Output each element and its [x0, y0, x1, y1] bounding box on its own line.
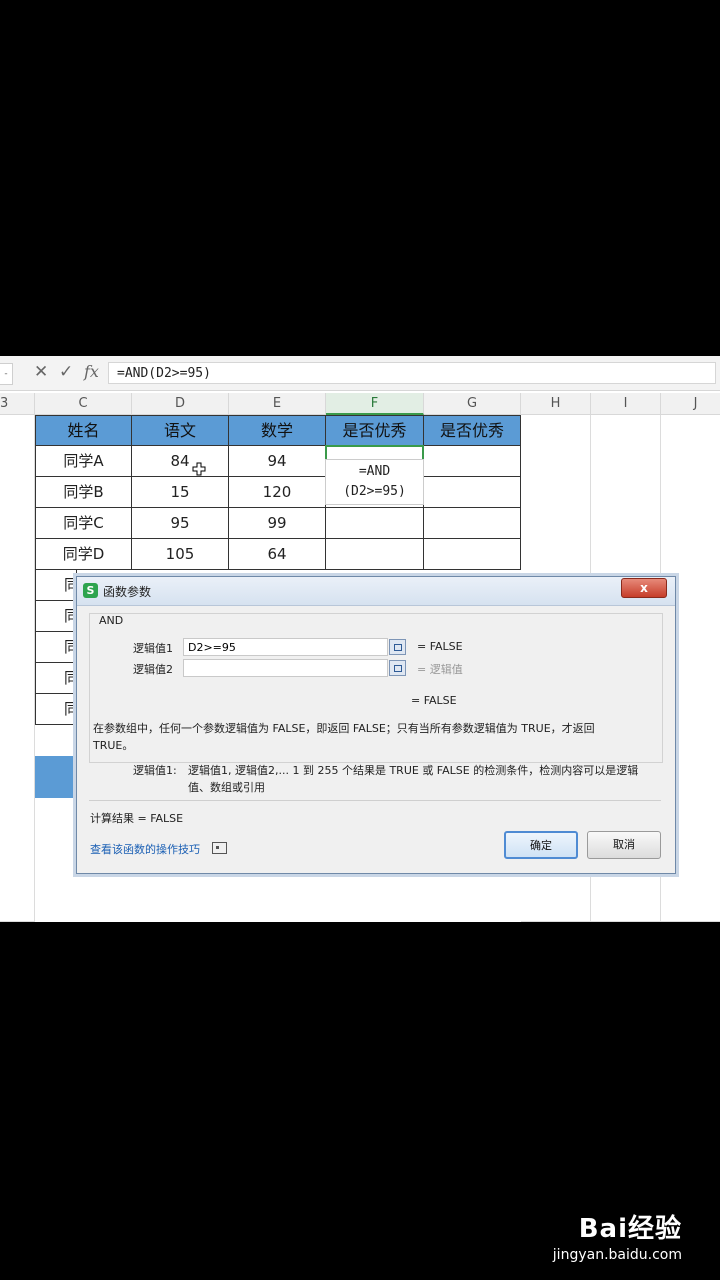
formula-input[interactable]: =AND(D2>=95) [108, 362, 716, 384]
table-cell[interactable]: 99 [228, 507, 326, 539]
table-cell[interactable]: 同学B [35, 476, 132, 508]
name-box-dropdown[interactable]: - [0, 363, 13, 385]
param-help-line-1: 逻辑值1, 逻辑值2,... 1 到 255 个结果是 TRUE 或 FALSE… [188, 764, 639, 777]
table-cell[interactable]: 同 [35, 631, 79, 663]
table-cell[interactable]: 64 [228, 538, 326, 570]
summary-header-cell[interactable] [35, 756, 77, 798]
baidu-jingyan-watermark: Bai经验 jingyan.baidu.com [553, 1208, 682, 1263]
column-header-c[interactable]: C [35, 393, 132, 415]
function-arguments-dialog: S 函数参数 x AND 逻辑值1 D2>=95 = FALSE 逻辑值2 = … [76, 576, 676, 874]
table-cell[interactable] [423, 507, 521, 539]
spreadsheet-window: - ✕ ✓ fx =AND(D2>=95) 3 C D E F G H I J … [0, 356, 720, 922]
arg1-result: = FALSE [417, 640, 463, 653]
arg1-input[interactable]: D2>=95 [183, 638, 388, 656]
table-cell[interactable]: 同 [35, 693, 79, 725]
insert-function-icon[interactable]: fx [84, 362, 99, 381]
table-cell[interactable] [325, 507, 424, 539]
watermark-logo-text: Bai经验 [578, 1214, 682, 1244]
arg2-input[interactable] [183, 659, 388, 677]
column-header-h[interactable]: H [521, 393, 591, 415]
grid-column-b[interactable] [0, 415, 35, 922]
table-cell[interactable]: 95 [131, 507, 229, 539]
editing-cell-line-1: =AND [358, 464, 391, 479]
column-header-f[interactable]: F [326, 393, 424, 415]
dialog-divider [89, 800, 661, 801]
param-help-line-2: 值、数组或引用 [188, 781, 265, 794]
editing-cell-f2[interactable]: =AND (D2>=95) [325, 445, 424, 505]
table-cell[interactable]: 84 [131, 445, 229, 477]
column-header-i[interactable]: I [591, 393, 661, 415]
app-logo-icon: S [83, 583, 98, 598]
table-cell[interactable]: 120 [228, 476, 326, 508]
formula-bar: - ✕ ✓ fx =AND(D2>=95) [0, 356, 720, 391]
table-cell[interactable] [325, 538, 424, 570]
table-cell[interactable]: 同学D [35, 538, 132, 570]
table-cell[interactable]: 同学C [35, 507, 132, 539]
column-header-d[interactable]: D [132, 393, 229, 415]
function-tips-link[interactable]: 查看该函数的操作技巧 [90, 841, 200, 857]
column-header-g[interactable]: G [424, 393, 521, 415]
cancel-button[interactable]: 取消 [587, 831, 661, 859]
arg1-range-picker-icon[interactable] [389, 639, 406, 655]
ok-button[interactable]: 确定 [504, 831, 578, 859]
table-cell[interactable]: 同 [35, 569, 79, 601]
watermark-url: jingyan.baidu.com [552, 1247, 682, 1263]
column-header-e[interactable]: E [229, 393, 326, 415]
table-cell[interactable]: 15 [131, 476, 229, 508]
video-tips-icon[interactable] [212, 842, 227, 854]
table-cell[interactable] [423, 445, 521, 477]
column-header-j[interactable]: J [661, 393, 720, 415]
arg1-label: 逻辑值1 [133, 642, 173, 655]
cell-cursor-icon [192, 462, 206, 476]
overall-result: = FALSE [411, 694, 457, 707]
editing-cell-line-2: (D2>=95) [343, 484, 406, 499]
arg2-result: = 逻辑值 [417, 663, 463, 676]
arg2-label: 逻辑值2 [133, 663, 173, 676]
table-cell[interactable] [423, 538, 521, 570]
table-cell[interactable]: 同 [35, 600, 79, 632]
header-cell-excellent-1[interactable]: 是否优秀 [325, 415, 424, 446]
dialog-titlebar[interactable]: S 函数参数 x [77, 577, 675, 606]
arg2-range-picker-icon[interactable] [389, 660, 406, 676]
column-header-b[interactable]: 3 [0, 393, 35, 415]
table-cell[interactable]: 94 [228, 445, 326, 477]
confirm-formula-icon[interactable]: ✓ [59, 362, 73, 382]
cancel-formula-icon[interactable]: ✕ [34, 362, 48, 382]
calc-result: 计算结果 = FALSE [90, 812, 184, 825]
description-line-1: 在参数组中，任何一个参数逻辑值为 FALSE，即返回 FALSE；只有当所有参数… [93, 722, 595, 735]
arguments-group [89, 613, 663, 763]
close-button[interactable]: x [621, 578, 667, 598]
param-help-label: 逻辑值1: [133, 764, 177, 777]
header-cell-chinese[interactable]: 语文 [131, 415, 229, 446]
table-cell[interactable] [423, 476, 521, 508]
table-cell[interactable]: 105 [131, 538, 229, 570]
header-cell-name[interactable]: 姓名 [35, 415, 132, 446]
description-line-2: TRUE。 [93, 739, 134, 752]
table-cell[interactable]: 同学A [35, 445, 132, 477]
function-name: AND [99, 614, 124, 627]
dialog-title: 函数参数 [103, 585, 152, 599]
table-cell[interactable]: 同 [35, 662, 79, 694]
header-cell-math[interactable]: 数学 [228, 415, 326, 446]
header-cell-excellent-2[interactable]: 是否优秀 [423, 415, 521, 446]
